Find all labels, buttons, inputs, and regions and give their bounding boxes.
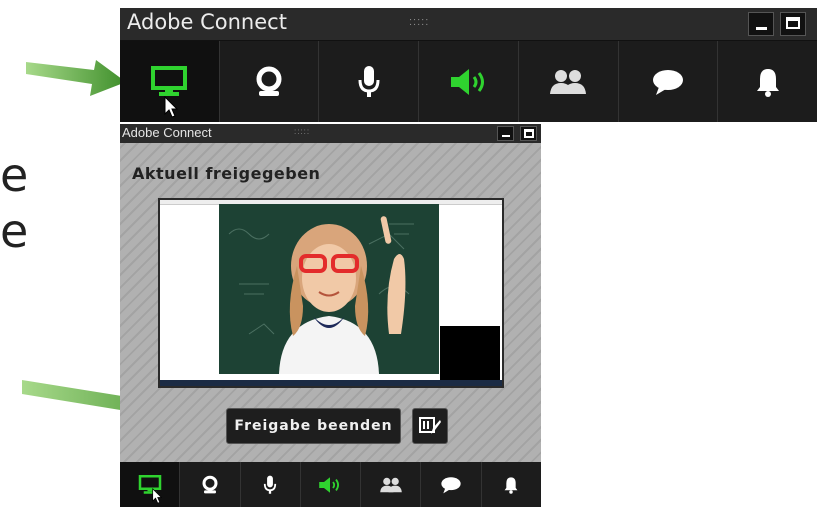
stop-sharing-button[interactable]: Freigabe beenden [226, 408, 401, 444]
window-title: Adobe Connect [122, 125, 212, 140]
share-screen-button[interactable] [120, 462, 180, 507]
webcam-button[interactable] [218, 41, 319, 122]
attendees-button[interactable] [517, 41, 618, 122]
speaker-button[interactable] [418, 41, 518, 122]
microphone-icon [358, 65, 380, 97]
attendees-button[interactable] [360, 462, 420, 507]
drag-handle-icon[interactable]: ::::: [409, 16, 429, 28]
pointer-arrow [26, 60, 126, 96]
chat-bubble-icon [652, 69, 683, 95]
annotate-icon [419, 417, 441, 434]
monitor-icon [151, 65, 188, 96]
background-letter-1: e [0, 148, 29, 202]
share-heading: Aktuell freigegeben [132, 164, 321, 183]
microphone-button[interactable] [239, 462, 300, 507]
drag-handle-icon[interactable]: ::::: [294, 127, 310, 136]
maximize-button[interactable] [520, 126, 537, 141]
connect-toolbar-window: Adobe Connect ::::: [120, 8, 817, 122]
people-icon [550, 69, 587, 94]
bell-icon [504, 476, 518, 494]
microphone-icon [264, 475, 277, 494]
title-bar[interactable]: Adobe Connect ::::: [120, 124, 541, 143]
webcam-icon [202, 475, 218, 493]
window-title: Adobe Connect [127, 10, 287, 34]
toolbar [120, 462, 541, 507]
background-letter-2: e [0, 204, 29, 258]
video-thumbnail [440, 326, 500, 380]
toolbar [120, 41, 817, 122]
webcam-icon [256, 66, 282, 96]
share-window: Adobe Connect ::::: Aktuell freigegeben [120, 124, 541, 507]
speaker-button[interactable] [299, 462, 360, 507]
share-screen-button[interactable] [120, 41, 219, 122]
chat-bubble-icon [441, 476, 461, 493]
chat-button[interactable] [617, 41, 718, 122]
speaker-icon [450, 68, 484, 95]
annotate-button[interactable] [412, 408, 448, 444]
microphone-button[interactable] [318, 41, 418, 122]
chat-button[interactable] [420, 462, 480, 507]
taskbar [160, 380, 502, 386]
notifications-button[interactable] [717, 41, 817, 122]
minimize-button[interactable] [748, 12, 774, 36]
maximize-button[interactable] [780, 12, 806, 36]
mouse-cursor-icon [152, 488, 162, 504]
shared-photo [219, 204, 439, 374]
mouse-cursor-icon [164, 96, 178, 118]
shared-screen-preview [158, 198, 504, 388]
speaker-icon [319, 476, 340, 493]
bell-icon [756, 68, 779, 97]
webcam-button[interactable] [179, 462, 239, 507]
people-icon [379, 477, 402, 492]
notifications-button[interactable] [480, 462, 541, 507]
title-bar[interactable]: Adobe Connect ::::: [120, 8, 817, 41]
minimize-button[interactable] [497, 126, 514, 141]
